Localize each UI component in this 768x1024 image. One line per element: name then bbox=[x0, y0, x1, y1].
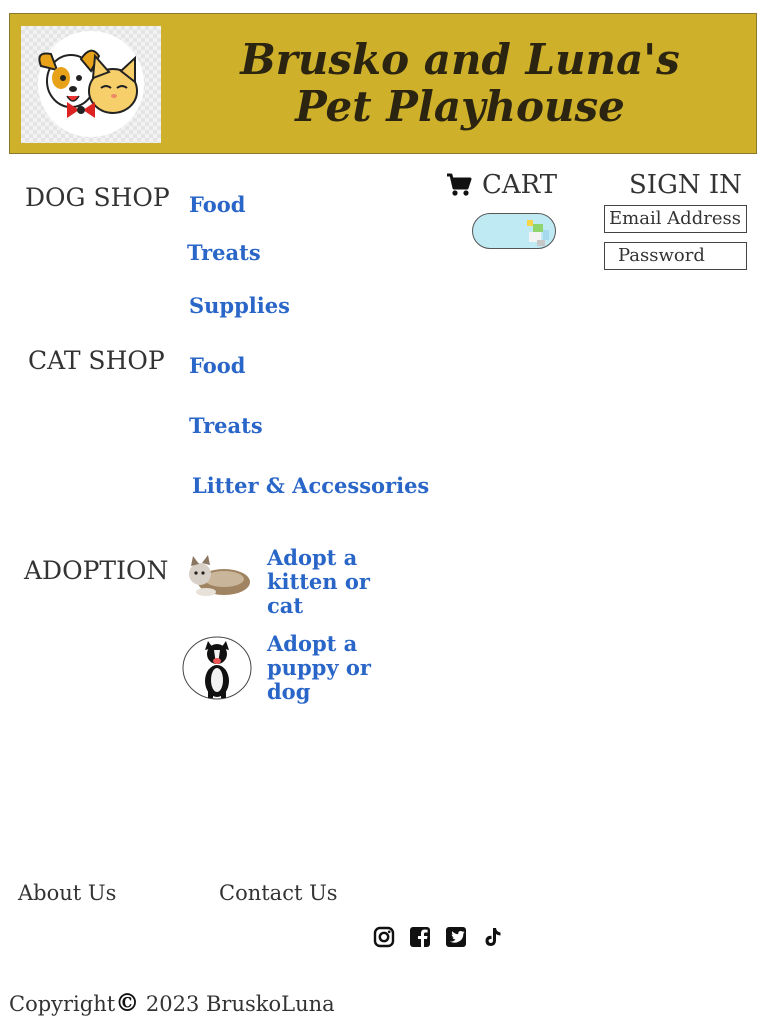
dog-treats-link[interactable]: Treats bbox=[187, 240, 261, 265]
password-field[interactable]: Password bbox=[604, 242, 747, 270]
adopt-dog-link[interactable]: Adopt a puppy or dog bbox=[267, 632, 371, 704]
page-title: Brusko and Luna's Pet Playhouse bbox=[240, 35, 680, 131]
dog-shop-title: DOG SHOP bbox=[25, 183, 170, 212]
adopt-cat-link[interactable]: Adopt a kitten or cat bbox=[267, 546, 370, 618]
sign-in-title: SIGN IN bbox=[629, 170, 742, 200]
instagram-icon[interactable] bbox=[373, 926, 395, 952]
cart-label: CART bbox=[482, 170, 558, 200]
email-field[interactable]: Email Address bbox=[604, 205, 747, 233]
site-header: Brusko and Luna's Pet Playhouse bbox=[9, 13, 757, 154]
cat-litter-link[interactable]: Litter & Accessories bbox=[192, 473, 429, 498]
theme-toggle[interactable] bbox=[472, 213, 556, 249]
contact-us-link[interactable]: Contact Us bbox=[219, 881, 338, 905]
cat-photo-icon[interactable] bbox=[186, 552, 252, 606]
copyright-symbol: © bbox=[115, 988, 140, 1017]
cart-link[interactable]: CART bbox=[446, 170, 557, 200]
dog-food-link[interactable]: Food bbox=[189, 192, 245, 217]
dog-photo-icon[interactable] bbox=[182, 636, 254, 704]
adoption-title: ADOPTION bbox=[24, 556, 169, 585]
about-us-link[interactable]: About Us bbox=[18, 881, 116, 905]
twitter-icon[interactable] bbox=[445, 926, 467, 952]
dog-supplies-link[interactable]: Supplies bbox=[189, 293, 290, 318]
shopping-cart-icon bbox=[447, 173, 472, 196]
cat-shop-title: CAT SHOP bbox=[28, 346, 165, 375]
cat-food-link[interactable]: Food bbox=[189, 353, 245, 378]
tiktok-icon[interactable] bbox=[481, 926, 503, 952]
facebook-icon[interactable] bbox=[409, 926, 431, 952]
cat-treats-link[interactable]: Treats bbox=[189, 413, 263, 438]
dog-and-cat-logo-icon[interactable] bbox=[21, 26, 161, 143]
copyright-text: Copyright© 2023 BruskoLuna bbox=[9, 988, 335, 1017]
